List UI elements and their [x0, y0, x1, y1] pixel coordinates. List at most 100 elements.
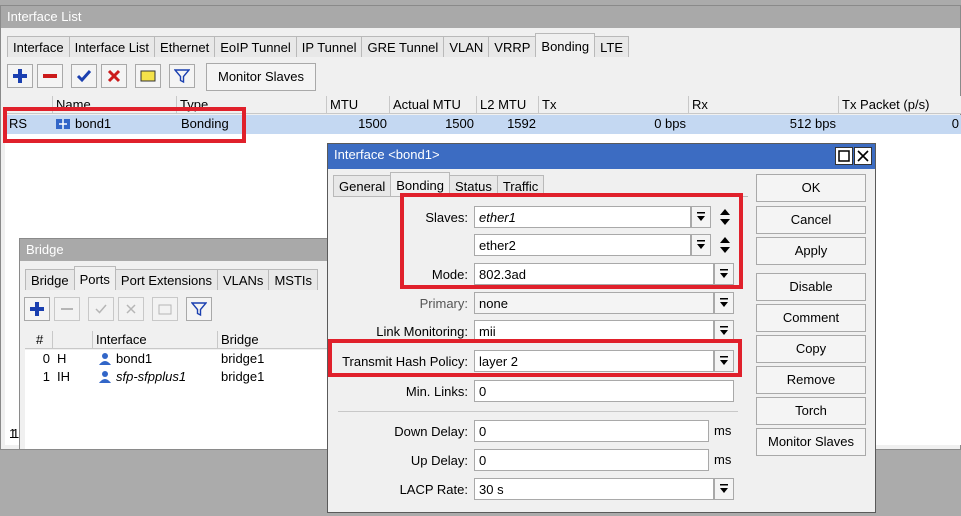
interface-list-titlebar[interactable]: Interface List [1, 6, 960, 28]
cross-icon [107, 69, 121, 83]
row-tx-packet: 0 [951, 116, 959, 131]
col-flag-header [53, 331, 93, 349]
col-tx-header[interactable]: Tx [539, 96, 689, 114]
tab-ip-tunnel[interactable]: IP Tunnel [295, 36, 363, 57]
disable-button[interactable] [101, 64, 127, 88]
add-button[interactable] [7, 64, 33, 88]
interface-list-title: Interface List [7, 9, 82, 24]
bridge-comment-button[interactable] [152, 297, 178, 321]
tab-bonding[interactable]: Bonding [535, 33, 596, 57]
lacp-rate-select[interactable]: 30 s [474, 478, 714, 500]
bridge-filter-button[interactable] [186, 297, 212, 321]
up-delay-field[interactable]: 0 [474, 449, 709, 471]
remove-button[interactable] [37, 64, 63, 88]
tab-vrrp[interactable]: VRRP [488, 36, 537, 57]
lacp-rate-label: LACP Rate: [399, 482, 468, 497]
remove-button[interactable]: Remove [756, 366, 866, 394]
tab-vlan[interactable]: VLAN [443, 36, 490, 57]
comment-button[interactable]: Comment [756, 304, 866, 332]
col-interface-header[interactable]: Interface [93, 331, 218, 349]
dropdown-arrow-icon [720, 298, 728, 307]
down-delay-field[interactable]: 0 [474, 420, 709, 442]
bridge-tabs: Bridge Ports Port Extensions VLANs MSTIs [25, 266, 318, 290]
tab-ports[interactable]: Ports [73, 266, 116, 290]
highlight-bond-row [3, 107, 246, 143]
row-rx: 512 bps [789, 116, 836, 131]
tab-gre-tunnel[interactable]: GRE Tunnel [361, 36, 445, 57]
primary-select[interactable]: none [474, 292, 714, 314]
monitor-slaves-button[interactable]: Monitor Slaves [206, 63, 316, 91]
dropdown-arrow-icon [720, 326, 728, 335]
filter-icon [191, 302, 207, 317]
torch-button[interactable]: Torch [756, 397, 866, 425]
down-delay-label: Down Delay: [394, 424, 468, 439]
col-num-header[interactable]: # [25, 331, 53, 349]
note-icon [140, 70, 156, 82]
lacp-rate-dropdown[interactable] [714, 478, 734, 500]
table-row[interactable]: 1 IH sfp-sfpplus1 bridge1 [25, 368, 349, 386]
plus-icon [30, 302, 44, 316]
enable-button[interactable] [71, 64, 97, 88]
row-bridge: bridge1 [221, 351, 265, 366]
row-iface: bond1 [116, 351, 153, 366]
table-row[interactable]: 0 H bond1 bridge1 [25, 350, 349, 368]
col-actual-mtu-header[interactable]: Actual MTU [390, 96, 477, 114]
link-monitoring-label: Link Monitoring: [376, 324, 468, 339]
col-rx-header[interactable]: Rx [689, 96, 839, 114]
apply-button[interactable]: Apply [756, 237, 866, 265]
down-delay-unit: ms [714, 423, 732, 438]
col-tx-packet-header[interactable]: Tx Packet (p/s) [839, 96, 961, 114]
row-flag: H [57, 351, 67, 366]
up-delay-unit: ms [714, 452, 732, 467]
col-l2mtu-header[interactable]: L2 MTU [477, 96, 539, 114]
tab-general[interactable]: General [333, 175, 392, 196]
row-flag: IH [57, 369, 70, 384]
min-links-field[interactable]: 0 [474, 380, 734, 402]
row-l2mtu: 1592 [507, 116, 536, 131]
up-delay-label: Up Delay: [410, 453, 468, 468]
bridge-remove-button[interactable] [54, 297, 80, 321]
tab-eoip-tunnel[interactable]: EoIP Tunnel [214, 36, 297, 57]
copy-button[interactable]: Copy [756, 335, 866, 363]
primary-dropdown[interactable] [714, 292, 734, 314]
filter-button[interactable] [169, 64, 195, 88]
minus-icon [61, 308, 73, 310]
dialog-titlebar[interactable]: Interface <bond1> [328, 144, 875, 169]
tab-ethernet[interactable]: Ethernet [154, 36, 216, 57]
tab-lte[interactable]: LTE [594, 36, 630, 57]
user-icon [97, 352, 113, 366]
tab-interface[interactable]: Interface [7, 36, 70, 57]
plus-icon [13, 69, 27, 83]
dialog-title: Interface <bond1> [334, 147, 440, 162]
tab-interface-list[interactable]: Interface List [68, 36, 156, 57]
dropdown-arrow-icon [720, 484, 728, 493]
note-icon [158, 304, 172, 315]
row-mtu: 1500 [358, 116, 387, 131]
tab-mstis[interactable]: MSTIs [268, 269, 318, 290]
separator [338, 411, 738, 412]
tab-bridge[interactable]: Bridge [25, 269, 75, 290]
primary-label: Primary: [419, 296, 468, 311]
bridge-enable-button[interactable] [88, 297, 114, 321]
row-bridge: bridge1 [221, 369, 265, 384]
close-button[interactable] [854, 147, 872, 165]
row-num: 1 [42, 369, 50, 384]
comment-button[interactable] [135, 64, 161, 88]
bridge-disable-button[interactable] [118, 297, 144, 321]
maximize-icon [838, 150, 850, 162]
bridge-titlebar[interactable]: Bridge [20, 239, 348, 261]
bridge-add-button[interactable] [24, 297, 50, 321]
ok-button[interactable]: OK [756, 174, 866, 202]
bridge-item-count: 1 [12, 426, 20, 441]
col-mtu-header[interactable]: MTU [327, 96, 390, 114]
maximize-button[interactable] [835, 147, 853, 165]
tab-vlans[interactable]: VLANs [216, 269, 270, 290]
row-iface: sfp-sfpplus1 [116, 369, 187, 384]
tab-port-extensions[interactable]: Port Extensions [114, 269, 218, 290]
cancel-button[interactable]: Cancel [756, 206, 866, 234]
row-actual-mtu: 1500 [445, 116, 474, 131]
min-links-label: Min. Links: [405, 384, 468, 399]
cross-icon [126, 304, 136, 314]
disable-button[interactable]: Disable [756, 273, 866, 301]
monitor-slaves-button[interactable]: Monitor Slaves [756, 428, 866, 456]
